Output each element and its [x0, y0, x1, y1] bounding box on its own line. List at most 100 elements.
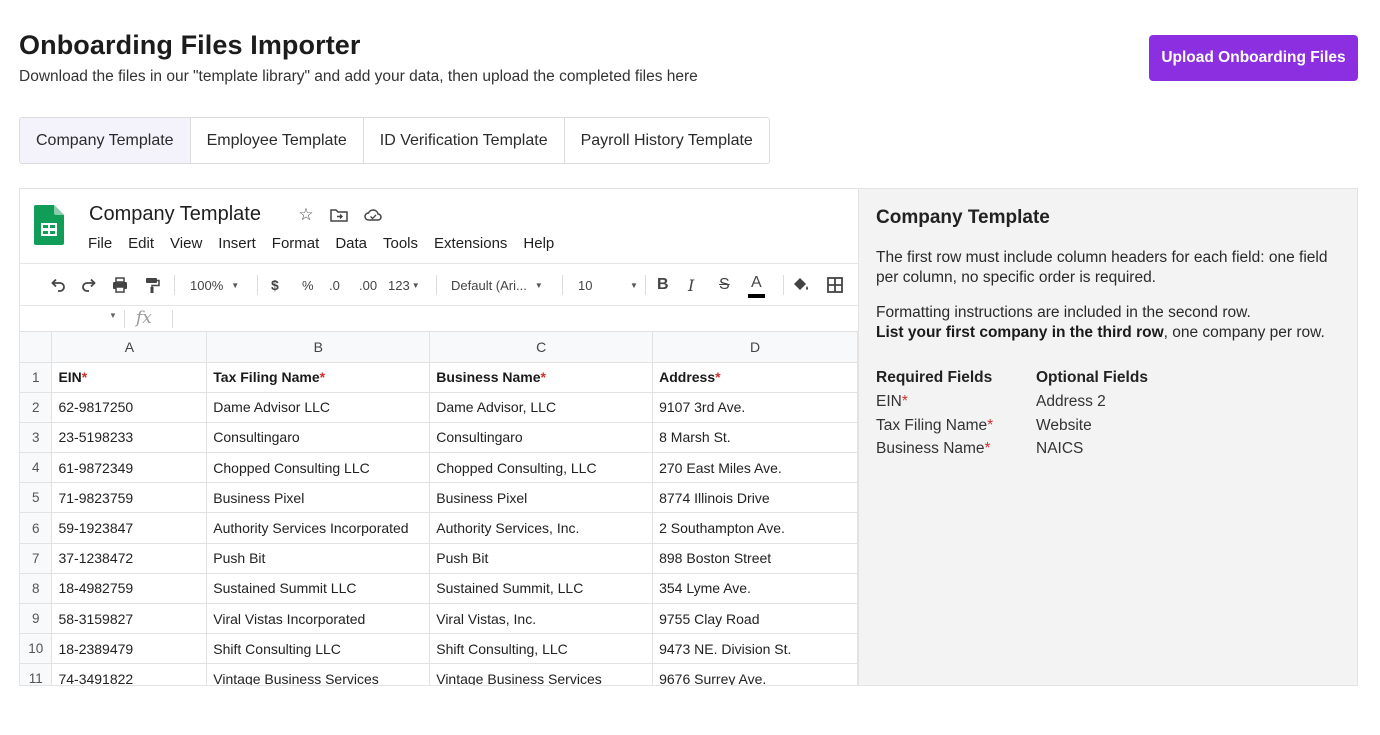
star-icon[interactable]: ☆: [296, 205, 316, 225]
header-cell[interactable]: Business Name*: [429, 362, 654, 393]
instructions-panel: Company Template The first row must incl…: [858, 189, 1357, 685]
menu-tools[interactable]: Tools: [383, 235, 418, 252]
column-header[interactable]: C: [429, 332, 654, 363]
table-cell[interactable]: 8774 Illinois Drive: [652, 482, 858, 514]
table-cell[interactable]: Viral Vistas Incorporated: [206, 603, 431, 635]
corner-cell[interactable]: [20, 332, 53, 363]
table-cell[interactable]: 270 East Miles Ave.: [652, 452, 858, 484]
upload-onboarding-files-button[interactable]: Upload Onboarding Files: [1149, 35, 1358, 81]
fill-color-icon[interactable]: [791, 274, 811, 296]
column-header[interactable]: D: [652, 332, 858, 363]
table-cell[interactable]: 2 Southampton Ave.: [652, 512, 858, 544]
menu-view[interactable]: View: [170, 235, 202, 252]
row-number[interactable]: 6: [20, 512, 53, 544]
row-number[interactable]: 8: [20, 573, 53, 605]
row-number[interactable]: 3: [20, 422, 53, 454]
more-formats-select[interactable]: 123 ▼: [388, 274, 420, 296]
table-cell[interactable]: 58-3159827: [51, 603, 208, 635]
table-cell[interactable]: Dame Advisor LLC: [206, 392, 431, 423]
cloud-status-icon[interactable]: [363, 205, 383, 225]
table-cell[interactable]: Viral Vistas, Inc.: [429, 603, 654, 635]
row-number[interactable]: 11: [20, 663, 53, 685]
menu-format[interactable]: Format: [272, 235, 320, 252]
decrease-decimals-button[interactable]: .0: [329, 274, 340, 296]
table-cell[interactable]: 62-9817250: [51, 392, 208, 423]
table-cell[interactable]: Consultingaro: [206, 422, 431, 454]
table-cell[interactable]: 71-9823759: [51, 482, 208, 514]
borders-icon[interactable]: [825, 274, 845, 296]
table-cell[interactable]: 23-5198233: [51, 422, 208, 454]
table-cell[interactable]: 74-3491822: [51, 663, 208, 685]
table-cell[interactable]: Sustained Summit, LLC: [429, 573, 654, 605]
table-cell[interactable]: 18-4982759: [51, 573, 208, 605]
row-number[interactable]: 7: [20, 543, 53, 574]
tab-id-verification-template[interactable]: ID Verification Template: [363, 118, 565, 163]
header-cell[interactable]: EIN*: [51, 362, 208, 393]
table-cell[interactable]: Authority Services Incorporated: [206, 512, 431, 544]
table-cell[interactable]: Business Pixel: [429, 482, 654, 514]
table-cell[interactable]: Dame Advisor, LLC: [429, 392, 654, 423]
tab-employee-template[interactable]: Employee Template: [190, 118, 364, 163]
table-cell[interactable]: Vintage Business Services: [429, 663, 654, 685]
paint-format-icon[interactable]: [142, 274, 162, 296]
table-cell[interactable]: Push Bit: [429, 543, 654, 574]
tab-company-template[interactable]: Company Template: [20, 118, 191, 163]
increase-decimals-button[interactable]: .00: [359, 274, 377, 296]
italic-button[interactable]: I: [688, 274, 694, 296]
table-cell[interactable]: 898 Boston Street: [652, 543, 858, 574]
row-number[interactable]: 4: [20, 452, 53, 484]
table-cell[interactable]: 9755 Clay Road: [652, 603, 858, 635]
table-cell[interactable]: Authority Services, Inc.: [429, 512, 654, 544]
document-title[interactable]: Company Template: [89, 203, 261, 226]
menu-data[interactable]: Data: [335, 235, 367, 252]
column-header[interactable]: B: [206, 332, 431, 363]
menu-file[interactable]: File: [88, 235, 112, 252]
font-size-select[interactable]: 10 ▼: [578, 274, 638, 296]
table-cell[interactable]: 59-1923847: [51, 512, 208, 544]
font-family-select[interactable]: Default (Ari... ▼: [451, 274, 543, 296]
formula-bar[interactable]: ▼ fx: [20, 305, 858, 332]
bold-button[interactable]: B: [657, 274, 669, 296]
more-formats-label: 123: [388, 277, 410, 293]
header-cell[interactable]: Address*: [652, 362, 858, 393]
table-cell[interactable]: Vintage Business Services: [206, 663, 431, 685]
move-folder-icon[interactable]: [329, 205, 349, 225]
menu-help[interactable]: Help: [523, 235, 554, 252]
zoom-select[interactable]: 100% ▼: [190, 274, 239, 296]
table-cell[interactable]: Chopped Consulting LLC: [206, 452, 431, 484]
table-cell[interactable]: 354 Lyme Ave.: [652, 573, 858, 605]
menu-extensions[interactable]: Extensions: [434, 235, 507, 252]
row-number[interactable]: 1: [20, 362, 53, 393]
table-cell[interactable]: Business Pixel: [206, 482, 431, 514]
table-cell[interactable]: 37-1238472: [51, 543, 208, 574]
redo-icon[interactable]: [79, 274, 99, 296]
menu-insert[interactable]: Insert: [218, 235, 256, 252]
google-sheets-icon: [34, 205, 64, 245]
table-cell[interactable]: 9473 NE. Division St.: [652, 633, 858, 665]
tab-payroll-history-template[interactable]: Payroll History Template: [564, 118, 769, 163]
table-cell[interactable]: Shift Consulting, LLC: [429, 633, 654, 665]
table-cell[interactable]: 9676 Surrey Ave.: [652, 663, 858, 685]
column-header[interactable]: A: [51, 332, 208, 363]
text-color-button[interactable]: A: [748, 272, 765, 298]
undo-icon[interactable]: [48, 274, 68, 296]
table-cell[interactable]: Shift Consulting LLC: [206, 633, 431, 665]
row-number[interactable]: 2: [20, 392, 53, 423]
table-cell[interactable]: Sustained Summit LLC: [206, 573, 431, 605]
header-cell[interactable]: Tax Filing Name*: [206, 362, 431, 393]
table-cell[interactable]: Push Bit: [206, 543, 431, 574]
row-number[interactable]: 10: [20, 633, 53, 665]
table-cell[interactable]: 18-2389479: [51, 633, 208, 665]
menu-edit[interactable]: Edit: [128, 235, 154, 252]
table-cell[interactable]: Chopped Consulting, LLC: [429, 452, 654, 484]
percent-format-button[interactable]: %: [302, 274, 314, 296]
strikethrough-button[interactable]: S: [719, 274, 730, 296]
table-cell[interactable]: 61-9872349: [51, 452, 208, 484]
currency-format-button[interactable]: $: [271, 274, 279, 296]
table-cell[interactable]: Consultingaro: [429, 422, 654, 454]
table-cell[interactable]: 8 Marsh St.: [652, 422, 858, 454]
print-icon[interactable]: [110, 274, 130, 296]
row-number[interactable]: 5: [20, 482, 53, 514]
row-number[interactable]: 9: [20, 603, 53, 635]
table-cell[interactable]: 9107 3rd Ave.: [652, 392, 858, 423]
